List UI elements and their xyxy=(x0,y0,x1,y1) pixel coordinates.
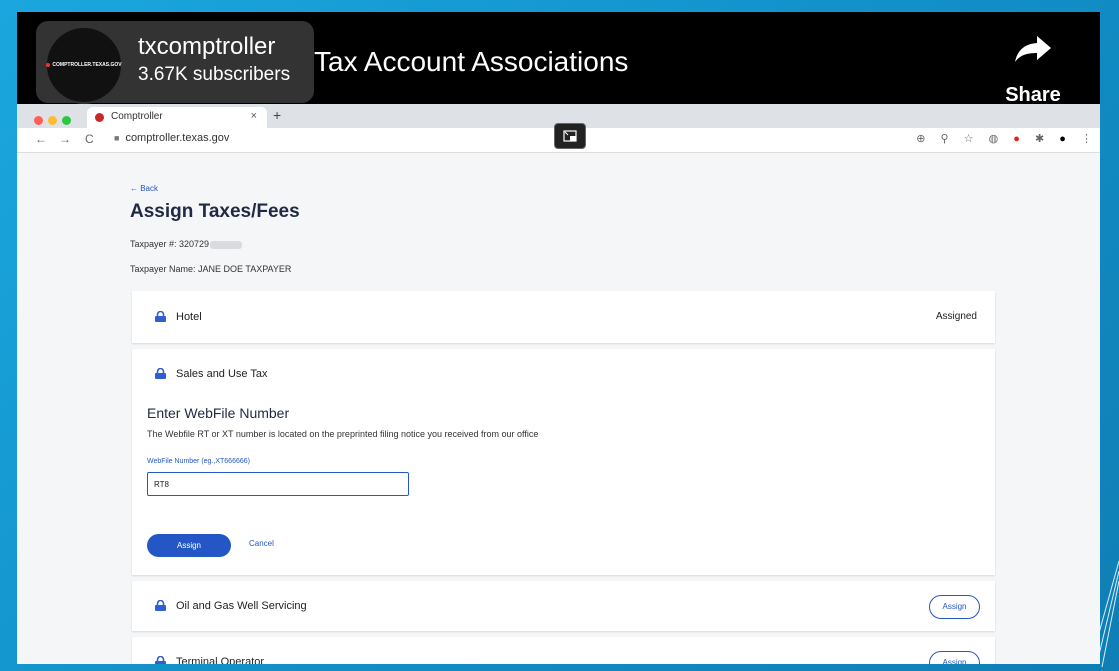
section-terminal-operator: Terminal Operator Assign xyxy=(132,637,995,664)
pip-glyph-icon xyxy=(563,130,577,142)
section-sales-and-use-tax: Sales and Use Tax Enter WebFile Number T… xyxy=(132,349,995,575)
bookmark-star-icon[interactable]: ☆ xyxy=(964,132,974,145)
address-bar[interactable]: ■ comptroller.texas.gov xyxy=(114,132,229,144)
channel-avatar[interactable]: COMPTROLLER.TEXAS.GOV xyxy=(45,26,123,104)
channel-subscribers: 3.67K subscribers xyxy=(138,64,291,85)
section-hotel: Hotel Assigned xyxy=(132,291,995,343)
section-label-oil-gas: Oil and Gas Well Servicing xyxy=(176,600,307,612)
taxpayer-number-text: Taxpayer #: 320729 xyxy=(130,239,210,249)
reload-icon[interactable]: C xyxy=(85,132,94,146)
redacted-digits xyxy=(210,240,243,249)
url-text: comptroller.texas.gov xyxy=(125,132,230,144)
status-badge: Assigned xyxy=(935,311,977,322)
close-window-icon[interactable] xyxy=(34,116,43,125)
section-oil-and-gas: Oil and Gas Well Servicing Assign xyxy=(132,581,995,631)
assign-terminal-button[interactable]: Assign xyxy=(929,651,980,664)
secure-lock-icon: ■ xyxy=(114,133,120,143)
tab-title: Comptroller xyxy=(111,111,163,122)
channel-name[interactable]: txcomptroller xyxy=(138,34,275,60)
favicon-icon xyxy=(95,113,104,122)
share-button[interactable]: Share xyxy=(1001,34,1065,107)
lock-icon xyxy=(155,656,166,664)
assign-oil-gas-button[interactable]: Assign xyxy=(929,595,980,619)
webfile-number-input[interactable] xyxy=(147,472,409,496)
lock-icon xyxy=(155,311,166,322)
assign-button[interactable]: Assign xyxy=(147,534,231,557)
puzzle-icon[interactable]: ✱ xyxy=(1035,132,1044,145)
zoom-icon[interactable]: ⚲ xyxy=(941,132,949,145)
browser-window: Comptroller × + ← → C ■ comptroller.texas… xyxy=(17,104,1100,664)
toolbar-icons: ⊕ ⚲ ☆ ◍ ● ✱ ● ⋮ xyxy=(904,132,1092,145)
share-icon xyxy=(1015,36,1051,62)
channel-logo: COMPTROLLER.TEXAS.GOV xyxy=(46,62,122,68)
section-label-terminal: Terminal Operator xyxy=(176,656,265,664)
channel-logo-text: COMPTROLLER.TEXAS.GOV xyxy=(52,62,122,68)
web-page: ← Back Assign Taxes/Fees Taxpayer #: 320… xyxy=(17,153,1100,664)
browser-tab[interactable]: Comptroller × xyxy=(87,107,267,128)
section-label-hotel: Hotel xyxy=(176,311,202,323)
profile-avatar-icon[interactable]: ● xyxy=(1059,133,1066,145)
forward-arrow-icon[interactable]: → xyxy=(59,132,71,146)
taxpayer-name: Taxpayer Name: JANE DOE TAXPAYER xyxy=(130,264,292,274)
tab-close-icon[interactable]: × xyxy=(251,110,257,122)
new-tab-button[interactable]: + xyxy=(273,107,281,123)
maximize-window-icon[interactable] xyxy=(62,116,71,125)
video-title[interactable]: Tax Account Associations xyxy=(314,46,628,78)
cancel-button[interactable]: Cancel xyxy=(249,539,274,548)
menu-icon[interactable]: ⋮ xyxy=(1081,132,1092,145)
video-top-bar: COMPTROLLER.TEXAS.GOV txcomptroller 3.67… xyxy=(17,12,1100,107)
lock-icon xyxy=(155,368,166,379)
extension-icon[interactable]: ◍ xyxy=(989,132,999,145)
picture-in-picture-icon[interactable] xyxy=(554,123,586,149)
taxpayer-number: Taxpayer #: 320729 xyxy=(130,239,243,249)
lock-icon xyxy=(155,600,166,611)
browser-toolbar: ← → C ■ comptroller.texas.gov ⊕ ⚲ ☆ ◍ ● ✱ xyxy=(17,123,1100,153)
install-icon[interactable]: ⊕ xyxy=(916,132,925,145)
form-title: Enter WebFile Number xyxy=(147,405,290,421)
back-link[interactable]: ← Back xyxy=(130,184,158,193)
section-label-sales: Sales and Use Tax xyxy=(176,368,268,380)
webfile-field-label: WebFile Number (eg.,XT666666) xyxy=(147,458,250,465)
opera-icon[interactable]: ● xyxy=(1013,133,1020,145)
form-description: The Webfile RT or XT number is located o… xyxy=(147,429,539,439)
page-title: Assign Taxes/Fees xyxy=(130,201,300,222)
minimize-window-icon[interactable] xyxy=(48,116,57,125)
back-arrow-icon[interactable]: ← xyxy=(35,132,47,146)
video-player[interactable]: COMPTROLLER.TEXAS.GOV txcomptroller 3.67… xyxy=(17,12,1100,664)
